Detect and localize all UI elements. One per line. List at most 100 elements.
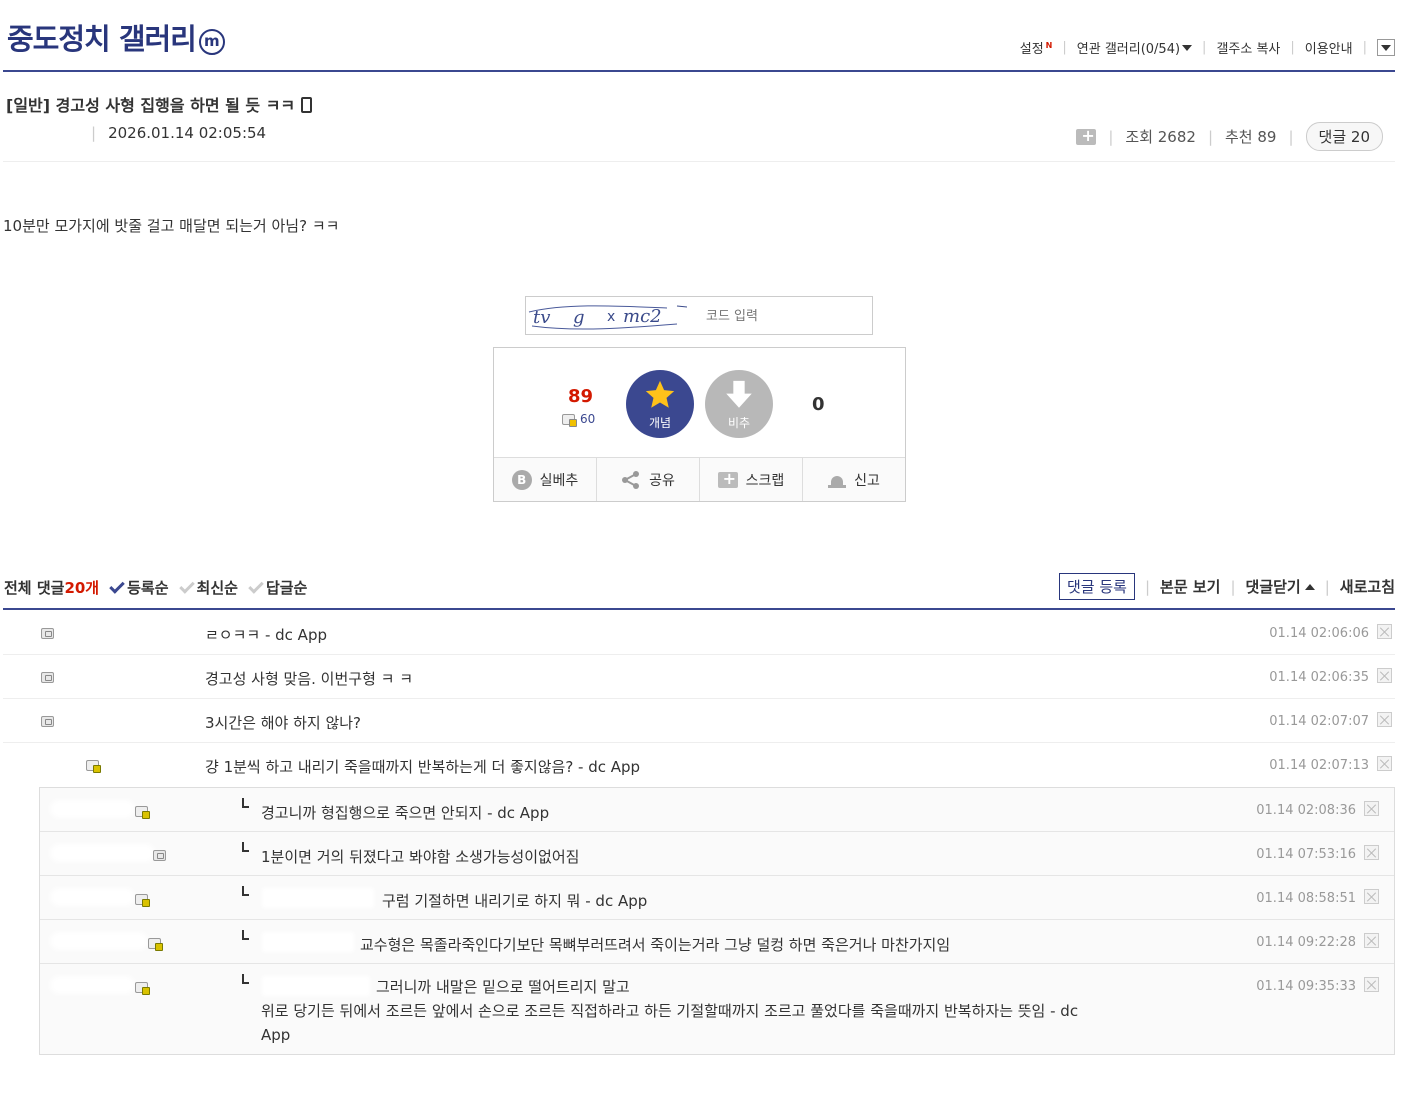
view-count: 조회 2682 — [1125, 128, 1196, 146]
sort-reply[interactable]: 답글순 — [248, 577, 307, 598]
fixed-user-icon[interactable] — [148, 938, 163, 951]
reply-row: 1분이면 거의 뒤졌다고 봐야함 소생가능성이없어짐 01.14 07:53:1… — [40, 832, 1394, 876]
fixed-user-icon[interactable] — [135, 894, 150, 907]
fixed-user-icon[interactable] — [135, 806, 150, 819]
scrap-button[interactable]: 스크랩 — [700, 458, 803, 501]
gallog-user-icon[interactable] — [41, 628, 54, 639]
settings-link[interactable]: 설정 N — [1020, 38, 1053, 57]
comment-actions: 댓글 등록 | 본문 보기 | 댓글닫기 | 새로고침 — [1059, 573, 1395, 600]
comment-row: 걍 1분씩 하고 내리기 죽을때까지 반복하는게 더 좋지않음? - dc Ap… — [3, 743, 1395, 788]
reply-arrow-icon — [242, 798, 249, 808]
reply-time: 01.14 09:35:33 — [1256, 979, 1356, 994]
reply-text: 1분이면 거의 뒤졌다고 봐야함 소생가능성이없어짐 — [261, 848, 580, 866]
vote-actions: B 실베추 공유 스크랩 신고 — [494, 457, 905, 501]
post-header: [일반] 경고성 사형 집행을 하면 될 듯 ㅋㅋ | 2026.01.14 02… — [3, 72, 1395, 162]
scrap-icon — [717, 469, 738, 488]
gallog-user-icon[interactable] — [153, 850, 166, 861]
related-gallery-dropdown[interactable]: 연관 갤러리(0/54) — [1077, 38, 1193, 57]
sort-reply-label[interactable]: 답글순 — [266, 577, 307, 598]
downvote-button[interactable]: 비추 — [705, 370, 773, 438]
bar-divider: | — [1230, 577, 1236, 596]
share-button[interactable]: 공유 — [597, 458, 700, 501]
svg-text:g: g — [573, 307, 585, 328]
bar-divider: | — [1324, 577, 1330, 596]
comment-row: 3시간은 해야 하지 않나? 01.14 02:07:07 — [3, 699, 1395, 743]
delete-icon[interactable] — [1377, 624, 1392, 639]
comment-text: 3시간은 해야 하지 않나? — [205, 714, 362, 732]
post-body: 10분만 모가지에 밧줄 걸고 매달면 되는거 아님? ㅋㅋ — [3, 217, 340, 235]
recommend-count: 추천 89 — [1225, 128, 1277, 146]
comment-text: 걍 1분씩 하고 내리기 죽을때까지 반복하는게 더 좋지않음? - dc Ap… — [205, 758, 641, 776]
nickname-blur — [50, 888, 135, 906]
comment-row: 경고성 사형 맞음. 이번구형 ㅋ ㅋ 01.14 02:06:35 — [3, 655, 1395, 699]
down-arrow-icon — [726, 380, 752, 408]
comment-list: ㄹㅇㅋㅋ - dc App 01.14 02:06:06 경고성 사형 맞음. … — [3, 611, 1395, 1055]
reply-arrow-icon — [242, 974, 249, 984]
svg-text:mc2: mc2 — [623, 306, 662, 327]
scrap-folder-icon[interactable] — [1076, 126, 1097, 145]
delete-icon[interactable] — [1377, 668, 1392, 683]
upvote-button[interactable]: 개념 — [626, 370, 694, 438]
comment-count-button[interactable]: 댓글 20 — [1305, 122, 1383, 151]
reply-row: 그러니까 내말은 밑으로 떨어트리지 말고 위로 당기든 뒤에서 조르든 앞에서… — [40, 964, 1394, 1054]
comment-bar: 전체 댓글 20개 등록순 최신순 답글순 댓글 등록 | 본문 보기 | 댓글… — [3, 572, 1395, 610]
delete-icon[interactable] — [1364, 801, 1379, 816]
nickname-blur — [50, 932, 148, 950]
best-recommend-button[interactable]: B 실베추 — [494, 458, 597, 501]
delete-icon[interactable] — [1377, 756, 1392, 771]
star-icon — [645, 380, 675, 408]
guide-link[interactable]: 이용안내 — [1305, 38, 1353, 57]
gallog-user-icon[interactable] — [41, 716, 54, 727]
stats-divider: | — [1207, 127, 1213, 146]
report-button[interactable]: 신고 — [803, 458, 905, 501]
sort-registered[interactable]: 등록순 — [109, 577, 169, 598]
reply-time: 01.14 08:58:51 — [1256, 891, 1356, 906]
delete-icon[interactable] — [1377, 712, 1392, 727]
fixed-user-icon — [562, 413, 577, 427]
comment-register-button[interactable]: 댓글 등록 — [1059, 573, 1135, 600]
copy-address-link[interactable]: 갤주소 복사 — [1216, 38, 1280, 57]
reply-line: 그러니까 내말은 밑으로 떨어트리지 말고 — [376, 978, 630, 996]
gallery-title-text[interactable]: 중도정치 갤러리 — [7, 22, 197, 56]
captcha-code-input[interactable] — [706, 305, 856, 327]
reply-row: 경고니까 형집행으로 죽으면 안되지 - dc App 01.14 02:08:… — [40, 788, 1394, 832]
sort-registered-label[interactable]: 등록순 — [127, 577, 168, 598]
more-dropdown-icon[interactable] — [1377, 39, 1395, 56]
post-date-text: 2026.01.14 02:05:54 — [108, 124, 267, 142]
comment-total-label: 전체 댓글 — [4, 579, 65, 597]
reply-time: 01.14 09:22:28 — [1256, 935, 1356, 950]
post-title: [일반] 경고성 사형 집행을 하면 될 듯 ㅋㅋ — [6, 92, 313, 116]
captcha-image: tv g x mc2 — [528, 305, 687, 330]
mobile-icon — [301, 97, 313, 113]
reply-arrow-icon — [242, 842, 249, 852]
svg-text:x: x — [607, 309, 615, 325]
reply-text: 교수형은 목졸라죽인다기보단 목뼈부러뜨려서 죽이는거라 그냥 덜컹 하면 죽은… — [360, 936, 951, 954]
new-badge: N — [1045, 41, 1053, 50]
related-gallery-label[interactable]: 연관 갤러리(0/54) — [1077, 42, 1180, 57]
fixed-user-icon[interactable] — [86, 760, 101, 773]
delete-icon[interactable] — [1364, 933, 1379, 948]
caret-up-icon — [1304, 584, 1315, 590]
delete-icon[interactable] — [1364, 977, 1379, 992]
nickname-blur — [50, 800, 135, 818]
refresh-link[interactable]: 새로고침 — [1340, 576, 1395, 597]
sort-latest[interactable]: 최신순 — [178, 577, 238, 598]
share-label: 공유 — [649, 472, 675, 489]
gallery-title[interactable]: 중도정치 갤러리 m — [7, 16, 225, 58]
scrap-label: 스크랩 — [745, 472, 785, 489]
close-comments-link[interactable]: 댓글닫기 — [1246, 576, 1315, 597]
reply-list: 경고니까 형집행으로 죽으면 안되지 - dc App 01.14 02:08:… — [39, 787, 1395, 1055]
siren-icon — [828, 472, 847, 488]
check-icon — [178, 577, 195, 594]
fixed-user-icon[interactable] — [135, 982, 150, 995]
gallog-user-icon[interactable] — [41, 672, 54, 683]
view-body-link[interactable]: 본문 보기 — [1160, 576, 1220, 597]
settings-label[interactable]: 설정 — [1020, 42, 1044, 57]
comment-total-count: 20개 — [64, 579, 100, 597]
sort-latest-label[interactable]: 최신순 — [197, 577, 238, 598]
delete-icon[interactable] — [1364, 889, 1379, 904]
nickname-blur — [50, 844, 155, 862]
reply-arrow-icon — [242, 930, 249, 940]
delete-icon[interactable] — [1364, 845, 1379, 860]
close-comments-label[interactable]: 댓글닫기 — [1246, 578, 1301, 596]
